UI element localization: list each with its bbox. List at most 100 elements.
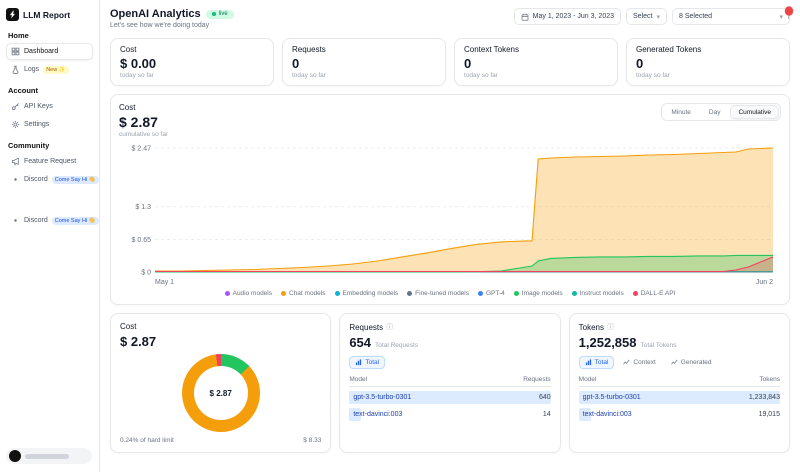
tab-total[interactable]: Total xyxy=(579,356,615,369)
legend-item: GPT-4 xyxy=(478,290,505,297)
legend-dot-icon xyxy=(514,291,519,296)
model-tokens: 1,233,843 xyxy=(749,394,780,401)
sidebar-item-feature-request[interactable]: Feature Request xyxy=(6,153,93,170)
stat-value: 0 xyxy=(464,56,608,71)
table-row[interactable]: gpt-3.5-turbo-0301 1,233,843 xyxy=(579,391,780,404)
requests-bar-list: gpt-3.5-turbo-0301 640 text-davinci:003 … xyxy=(349,387,550,421)
svg-text:Jun 2: Jun 2 xyxy=(756,279,773,286)
stat-caption: today so far xyxy=(636,72,780,79)
sidebar-item-label: Logs xyxy=(24,66,39,73)
page-subtitle: Let's see how we're doing today xyxy=(110,22,234,29)
select-label: Select xyxy=(633,13,652,20)
sidebar: LLM Report Home Dashboard Logs New ✨ Acc… xyxy=(0,0,100,472)
range-button-minute[interactable]: Minute xyxy=(663,105,699,119)
stat-value: $ 0.00 xyxy=(120,56,264,71)
stat-caption: today so far xyxy=(292,72,436,79)
stat-card-cost: Cost $ 0.00 today so far xyxy=(110,38,274,86)
legend-item: Image models xyxy=(514,290,563,297)
tokens-bar-list: gpt-3.5-turbo-0301 1,233,843 text-davinc… xyxy=(579,387,780,421)
tab-label: Generated xyxy=(681,359,712,366)
date-range-picker[interactable]: May 1, 2023 - Jun 3, 2023 xyxy=(514,8,621,25)
user-name-skeleton xyxy=(25,454,69,459)
chart-caption: cumulative so far xyxy=(119,131,781,138)
balloon-icon[interactable] xyxy=(783,6,795,20)
nav-heading-community: Community xyxy=(8,141,91,150)
bottom-cards-row: Cost $ 2.87 $ 2.87 0.24% of hard limit $… xyxy=(110,313,790,453)
tab-total[interactable]: Total xyxy=(349,356,385,369)
range-button-cumulative[interactable]: Cumulative xyxy=(730,105,779,119)
stat-value: 0 xyxy=(636,56,780,71)
live-dot-icon xyxy=(212,12,216,16)
cost-donut-chart: $ 2.87 xyxy=(182,354,260,432)
stat-title: Generated Tokens xyxy=(636,45,780,54)
model-name: gpt-3.5-turbo-0301 xyxy=(579,394,641,401)
app-title: LLM Report xyxy=(23,10,70,20)
cost-breakdown-card: Cost $ 2.87 $ 2.87 0.24% of hard limit $… xyxy=(110,313,331,453)
info-icon[interactable]: ⓘ xyxy=(607,322,614,332)
svg-text:$ 1.3: $ 1.3 xyxy=(135,204,151,211)
model-tokens: 19,015 xyxy=(759,411,780,418)
sidebar-item-label: API Keys xyxy=(24,103,53,110)
sidebar-item-logs[interactable]: Logs New ✨ xyxy=(6,61,93,78)
page-title: OpenAI Analytics xyxy=(110,8,201,20)
legend-dot-icon xyxy=(633,291,638,296)
column-header-model: Model xyxy=(349,376,367,383)
legend-item: Instruct models xyxy=(572,290,624,297)
date-range-text: May 1, 2023 - Jun 3, 2023 xyxy=(533,13,614,20)
column-header-model: Model xyxy=(579,376,597,383)
table-row[interactable]: gpt-3.5-turbo-0301 640 xyxy=(349,391,550,404)
column-header-requests: Requests xyxy=(523,376,550,383)
line-chart-icon xyxy=(623,359,630,366)
stat-title: Context Tokens xyxy=(464,45,608,54)
cost-area-chart: $ 2.47$ 1.3$ 0.65$ 0May 1Jun 2 xyxy=(119,140,781,288)
sidebar-item-label: Dashboard xyxy=(24,48,58,55)
tokens-card: Tokens ⓘ 1,252,858 Total Tokens Total Co… xyxy=(569,313,790,453)
bar-chart-icon xyxy=(355,359,362,366)
user-menu[interactable] xyxy=(6,448,92,464)
card-title: Cost xyxy=(120,322,136,331)
table-row[interactable]: text-davinci:003 19,015 xyxy=(579,408,780,421)
model-name: gpt-3.5-turbo-0301 xyxy=(349,394,411,401)
svg-text:$ 0.65: $ 0.65 xyxy=(132,237,152,244)
page-header: OpenAI Analytics live Let's see how we'r… xyxy=(110,8,790,29)
select-dropdown[interactable]: Select ▾ xyxy=(626,8,667,25)
model-requests: 14 xyxy=(543,411,551,418)
come-say-hi-badge: Come Say Hi 👋 xyxy=(52,176,99,184)
card-value: 654 xyxy=(349,335,371,350)
sidebar-item-settings[interactable]: Settings xyxy=(6,116,93,133)
live-badge: live xyxy=(206,10,234,19)
legend-dot-icon xyxy=(225,291,230,296)
nav-heading-account: Account xyxy=(8,86,91,95)
card-caption: Total Tokens xyxy=(641,342,677,349)
hard-limit-value: $ 8.33 xyxy=(303,437,321,444)
sidebar-item-api-keys[interactable]: API Keys xyxy=(6,98,93,115)
line-chart-icon xyxy=(671,359,678,366)
donut-center-label: $ 2.87 xyxy=(194,366,248,420)
legend-item: Embedding models xyxy=(335,290,399,297)
table-row[interactable]: text-davinci:003 14 xyxy=(349,408,550,421)
svg-text:May 1: May 1 xyxy=(155,279,174,286)
sidebar-item-discord-2[interactable]: Discord Come Say Hi 👋 xyxy=(6,212,93,229)
discord-icon xyxy=(11,216,20,225)
llm-report-logo-icon xyxy=(6,8,19,21)
info-icon[interactable]: ⓘ xyxy=(386,322,393,332)
sidebar-item-discord[interactable]: Discord Come Say Hi 👋 xyxy=(6,171,93,188)
card-caption: Total Requests xyxy=(375,342,418,349)
model-name: text-davinci:003 xyxy=(349,411,402,418)
svg-text:$ 2.47: $ 2.47 xyxy=(132,146,152,153)
app-logo[interactable]: LLM Report xyxy=(6,8,93,21)
tab-generated[interactable]: Generated xyxy=(665,356,718,369)
sidebar-item-dashboard[interactable]: Dashboard xyxy=(6,43,93,60)
megaphone-icon xyxy=(11,157,20,166)
legend-dot-icon xyxy=(407,291,412,296)
card-value: $ 2.87 xyxy=(120,334,156,349)
calendar-icon xyxy=(521,13,529,21)
tab-label: Total xyxy=(365,359,379,366)
hard-limit-percent: 0.24% of hard limit xyxy=(120,437,174,444)
models-dropdown[interactable]: 8 Selected ▾ xyxy=(672,8,790,25)
range-button-day[interactable]: Day xyxy=(701,105,729,119)
key-icon xyxy=(11,102,20,111)
avatar xyxy=(9,450,21,462)
tab-context[interactable]: Context xyxy=(617,356,661,369)
stat-value: 0 xyxy=(292,56,436,71)
